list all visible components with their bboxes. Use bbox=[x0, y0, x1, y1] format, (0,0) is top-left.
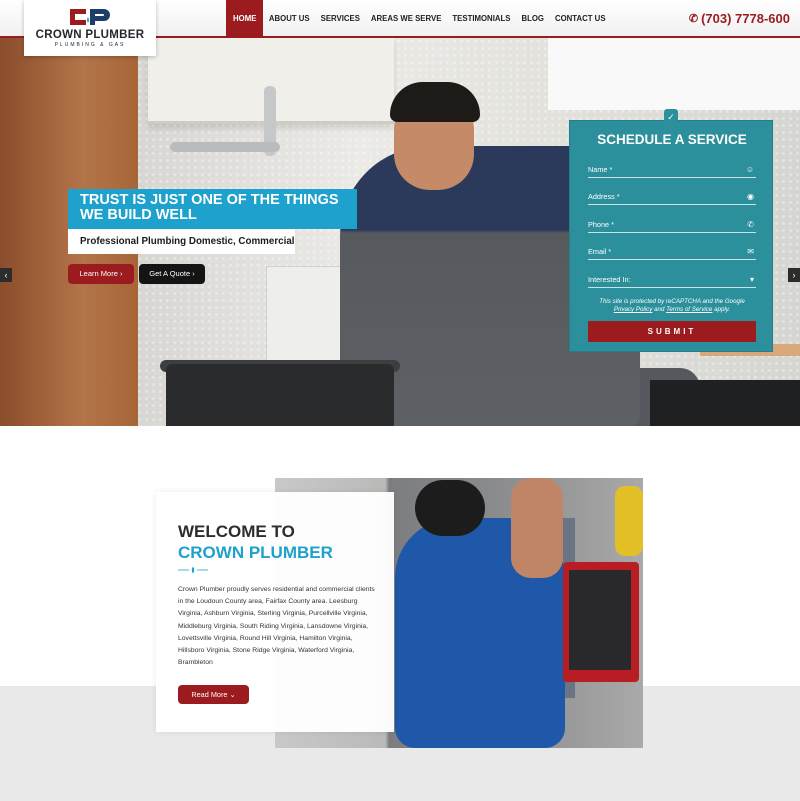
privacy-policy-link[interactable]: Privacy Policy bbox=[614, 306, 653, 313]
water-drop-divider-icon bbox=[178, 566, 208, 574]
envelope-icon: ✉ bbox=[747, 247, 754, 256]
learn-more-label: Learn More bbox=[79, 269, 118, 278]
logo[interactable]: CROWN PLUMBER PLUMBING & GAS bbox=[24, 0, 156, 56]
recaptcha-notice: This site is protected by reCAPTCHA and … bbox=[578, 298, 766, 314]
main-nav: HOME ABOUT US SERVICES AREAS WE SERVE TE… bbox=[226, 0, 611, 38]
phone-number[interactable]: (703) 7778-600 bbox=[701, 0, 790, 38]
schedule-service-form: ✓ SCHEDULE A SERVICE Name * ☺ Address * … bbox=[569, 109, 773, 352]
chevron-right-icon: › bbox=[792, 270, 796, 280]
address-field[interactable]: Address * ◉ bbox=[588, 188, 756, 205]
nav-services[interactable]: SERVICES bbox=[315, 0, 365, 38]
welcome-body: Crown Plumber proudly serves residential… bbox=[178, 586, 375, 667]
photo-plumber-head bbox=[415, 480, 485, 536]
hero-bucket bbox=[166, 364, 394, 426]
photo-yellow-bag bbox=[615, 486, 643, 556]
hero-subtitle: Professional Plumbing Domestic, Commerci… bbox=[68, 229, 295, 254]
email-placeholder: Email * bbox=[588, 247, 612, 256]
hero-pipe-horizontal bbox=[170, 142, 280, 152]
name-placeholder: Name * bbox=[588, 165, 613, 174]
user-icon: ☺ bbox=[745, 165, 754, 174]
photo-plumber-arm bbox=[511, 478, 563, 578]
photo-toolbox-inner bbox=[569, 570, 631, 670]
learn-more-button[interactable]: Learn More › bbox=[68, 264, 134, 284]
read-more-label: Read More bbox=[191, 690, 228, 699]
form-title: SCHEDULE A SERVICE bbox=[597, 132, 747, 147]
recaptcha-text: This site is protected by reCAPTCHA and … bbox=[599, 298, 745, 305]
terms-of-service-link[interactable]: Terms of Service bbox=[666, 306, 712, 313]
get-quote-button[interactable]: Get A Quote › bbox=[139, 264, 205, 284]
read-more-button[interactable]: Read More ⌄ bbox=[178, 685, 249, 704]
name-field[interactable]: Name * ☺ bbox=[588, 161, 756, 178]
phone-placeholder: Phone * bbox=[588, 220, 614, 229]
interested-in-placeholder: Interested In: bbox=[588, 275, 631, 284]
map-pin-icon: ◉ bbox=[747, 192, 754, 201]
nav-blog[interactable]: BLOG bbox=[516, 0, 550, 38]
recaptcha-and: and bbox=[654, 306, 665, 313]
nav-home[interactable]: HOME bbox=[226, 0, 264, 38]
interested-in-select[interactable]: Interested In: ▾ bbox=[588, 271, 756, 288]
chevron-left-icon: ‹ bbox=[4, 270, 8, 280]
nav-testimonials[interactable]: TESTIMONIALS bbox=[447, 0, 516, 38]
logo-tagline: PLUMBING & GAS bbox=[54, 42, 126, 48]
chevron-down-icon: ⌄ bbox=[229, 690, 236, 699]
logo-name: CROWN PLUMBER bbox=[35, 29, 145, 41]
email-field[interactable]: Email * ✉ bbox=[588, 243, 756, 260]
clipboard-check-icon: ✓ bbox=[664, 109, 678, 125]
get-quote-label: Get A Quote bbox=[149, 269, 191, 278]
caret-down-icon: ▾ bbox=[749, 275, 754, 284]
logo-cp-mark-icon bbox=[70, 9, 110, 25]
phone-field[interactable]: Phone * ✆ bbox=[588, 216, 756, 233]
hero-title: TRUST IS JUST ONE OF THE THINGS WE BUILD… bbox=[68, 189, 357, 229]
submit-button[interactable]: SUBMIT bbox=[588, 321, 756, 342]
phone-ring-icon: ✆ bbox=[688, 13, 699, 25]
header-phone[interactable]: ✆ (703) 7778-600 bbox=[689, 0, 790, 38]
welcome-card: WELCOME TO CROWN PLUMBER Crown Plumber p… bbox=[156, 492, 394, 732]
welcome-title: WELCOME TO bbox=[178, 522, 295, 541]
nav-areas-we-serve[interactable]: AREAS WE SERVE bbox=[365, 0, 446, 38]
address-placeholder: Address * bbox=[588, 192, 620, 201]
nav-about-us[interactable]: ABOUT US bbox=[263, 0, 315, 38]
hero-window bbox=[548, 38, 800, 110]
hero-toolbox bbox=[650, 380, 800, 426]
phone-icon: ✆ bbox=[747, 220, 754, 229]
slider-next-button[interactable]: › bbox=[788, 268, 800, 282]
nav-contact-us[interactable]: CONTACT US bbox=[549, 0, 611, 38]
hero-worker-hair bbox=[390, 82, 480, 122]
slider-prev-button[interactable]: ‹ bbox=[0, 268, 12, 282]
welcome-brand-title: CROWN PLUMBER bbox=[178, 543, 333, 562]
recaptcha-apply: apply. bbox=[714, 306, 731, 313]
